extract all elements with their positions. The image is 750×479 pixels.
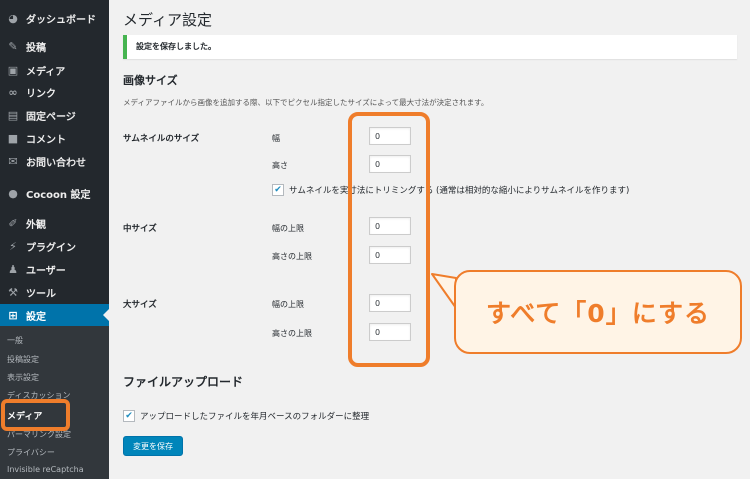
link-icon: ∞: [8, 85, 18, 99]
thumbnail-height-label: 高さ: [272, 161, 288, 170]
menu-item-dashboard[interactable]: ◕ ダッシュボード: [0, 7, 109, 29]
menu-label: Cocoon 設定: [26, 189, 91, 201]
appearance-icon: ✐: [8, 216, 18, 230]
menu-item-cocoon[interactable]: ● Cocoon 設定: [0, 182, 109, 204]
menu-label: ダッシュボード: [26, 14, 96, 26]
medium-size-label: 中サイズ: [123, 224, 157, 234]
submenu-reading[interactable]: 表示設定: [7, 372, 39, 383]
menu-label: コメント: [26, 134, 66, 146]
menu-item-appearance[interactable]: ✐ 外観: [0, 212, 109, 234]
menu-label: 投稿: [26, 42, 46, 54]
menu-label: プラグイン: [26, 242, 76, 254]
submenu-writing[interactable]: 投稿設定: [7, 354, 39, 365]
thumbnail-crop-label: サムネイルを実寸法にトリミングする (通常は相対的な縮小によりサムネイルを作りま…: [289, 186, 630, 196]
tool-icon: ⚒: [8, 285, 18, 299]
menu-item-posts[interactable]: ✎ 投稿: [0, 35, 109, 57]
upload-organize-checkbox[interactable]: ✔: [123, 410, 135, 422]
callout-text: すべて「0」にする: [486, 299, 710, 328]
save-changes-button[interactable]: 変更を保存: [123, 436, 183, 456]
menu-label: メディア: [26, 66, 66, 78]
menu-label: 固定ページ: [26, 111, 76, 123]
menu-label: ユーザー: [26, 265, 66, 277]
large-max-width-label: 幅の上限: [272, 300, 304, 309]
menu-item-pages[interactable]: ▤ 固定ページ: [0, 104, 109, 126]
plugin-icon: ⚡: [9, 239, 17, 253]
menu-label: お問い合わせ: [26, 157, 86, 169]
menu-label: ツール: [26, 288, 56, 300]
menu-item-settings[interactable]: ⊞ 設定: [0, 304, 109, 326]
menu-item-comments[interactable]: ■ コメント: [0, 127, 109, 149]
medium-max-height-label: 高さの上限: [272, 252, 312, 261]
mail-icon: ✉: [8, 154, 18, 168]
settings-icon: ⊞: [8, 308, 18, 322]
upload-organize-row[interactable]: ✔ アップロードしたファイルを年月ベースのフォルダーに整理: [123, 410, 369, 422]
thumbnail-crop-checkbox[interactable]: ✔: [272, 184, 284, 196]
menu-item-media[interactable]: ▣ メディア: [0, 59, 109, 81]
upload-organize-label: アップロードしたファイルを年月ベースのフォルダーに整理: [140, 412, 370, 422]
submenu-privacy[interactable]: プライバシー: [7, 447, 55, 458]
page-title: メディア設定: [123, 11, 212, 29]
comment-icon: ■: [7, 131, 19, 145]
menu-item-contact[interactable]: ✉ お問い合わせ: [0, 150, 109, 172]
user-icon: ♟: [8, 262, 18, 276]
media-icon: ▣: [7, 63, 19, 77]
upload-heading: ファイルアップロード: [123, 375, 244, 389]
large-max-height-label: 高さの上限: [272, 329, 312, 338]
media-submenu-highlight: [1, 399, 70, 431]
submenu-general[interactable]: 一般: [7, 335, 23, 346]
large-size-label: 大サイズ: [123, 300, 157, 310]
cocoon-icon: ●: [8, 186, 18, 200]
inputs-highlight: [348, 112, 430, 367]
pin-icon: ✎: [8, 39, 18, 53]
image-sizes-description: メディアファイルから画像を追加する際、以下でピクセル指定したサイズによって最大寸…: [123, 98, 489, 107]
page-icon: ▤: [7, 108, 19, 122]
notice-text: 設定を保存しました。: [136, 42, 216, 51]
submenu-invisible-recaptcha[interactable]: Invisible reCaptcha: [7, 465, 84, 474]
medium-max-width-label: 幅の上限: [272, 224, 304, 233]
thumbnail-width-label: 幅: [272, 134, 280, 143]
instruction-callout: すべて「0」にする: [454, 270, 742, 354]
image-sizes-heading: 画像サイズ: [123, 74, 178, 87]
menu-item-users[interactable]: ♟ ユーザー: [0, 258, 109, 280]
menu-item-links[interactable]: ∞ リンク: [0, 81, 109, 103]
menu-label: 設定: [26, 311, 46, 323]
menu-label: 外観: [26, 219, 46, 231]
dashboard-icon: ◕: [8, 11, 18, 25]
menu-item-plugins[interactable]: ⚡ プラグイン: [0, 235, 109, 257]
menu-item-tools[interactable]: ⚒ ツール: [0, 281, 109, 303]
thumbnail-size-label: サムネイルのサイズ: [123, 134, 200, 144]
success-notice: 設定を保存しました。: [123, 35, 737, 59]
thumbnail-crop-row[interactable]: ✔ サムネイルを実寸法にトリミングする (通常は相対的な縮小によりサムネイルを作…: [272, 184, 629, 196]
menu-label: リンク: [26, 88, 56, 100]
